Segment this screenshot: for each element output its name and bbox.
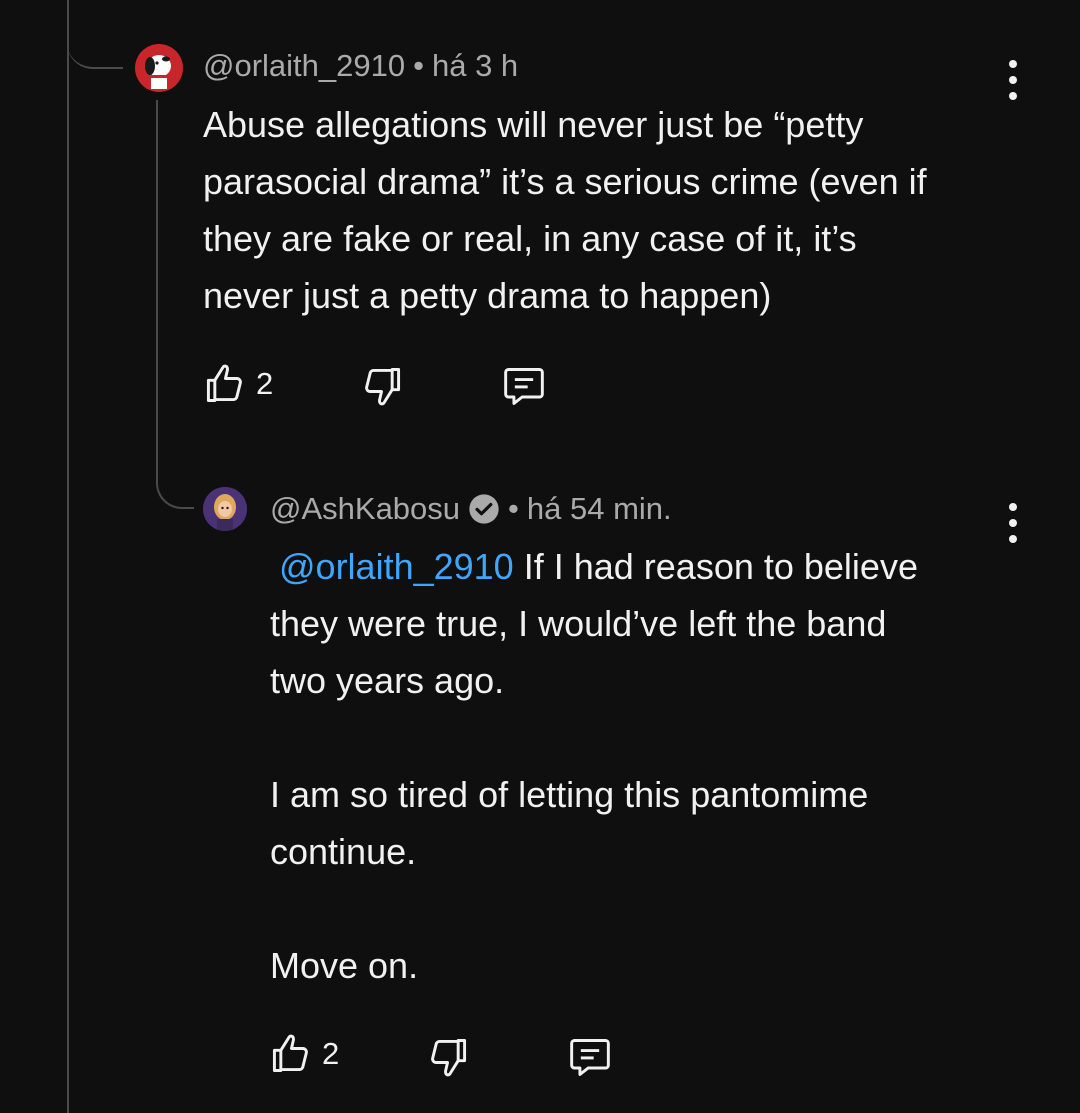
dislike-button[interactable]	[361, 364, 405, 408]
like-button[interactable]: 2	[268, 1032, 339, 1076]
thumbs-up-icon	[272, 1034, 308, 1072]
reply-comment-icon	[570, 1039, 610, 1076]
more-options-icon[interactable]	[1006, 503, 1020, 543]
like-count: 2	[256, 366, 274, 401]
comment-ashkabosu: @AshKabosu • há 54 min. @orlaith_2910 If…	[0, 460, 1080, 1113]
meta-separator: •	[413, 48, 424, 83]
reply-button[interactable]	[566, 1035, 614, 1079]
verified-check-icon	[469, 494, 499, 524]
comment-text: Abuse allegations will never just be “pe…	[203, 104, 927, 316]
comment-text: @orlaith_2910 If I had reason to believe…	[270, 538, 1030, 994]
timestamp[interactable]: há 54 min.	[527, 491, 672, 527]
like-count: 2	[322, 1036, 340, 1071]
author-name[interactable]: @orlaith_2910	[203, 48, 405, 84]
meta-separator: •	[508, 491, 519, 526]
dislike-button[interactable]	[427, 1035, 471, 1079]
reply-comment-icon	[504, 368, 544, 405]
snoopy-avatar[interactable]	[135, 44, 183, 92]
cartoon-girl-avatar[interactable]	[203, 487, 247, 531]
mention-link[interactable]: @orlaith_2910	[279, 546, 514, 587]
timestamp[interactable]: há 3 h	[432, 48, 518, 84]
comment-meta: @AshKabosu • há 54 min.	[270, 491, 672, 527]
reply-button[interactable]	[500, 364, 548, 408]
comment-text-body: If I had reason to believe they were tru…	[270, 546, 918, 986]
thumbs-up-icon	[206, 364, 242, 402]
more-options-icon[interactable]	[1006, 60, 1020, 100]
author-name[interactable]: @AshKabosu	[270, 491, 460, 527]
thumbs-down-icon	[431, 1039, 467, 1077]
comment-meta: @orlaith_2910 • há 3 h	[203, 48, 518, 84]
like-button[interactable]: 2	[202, 362, 273, 406]
thumbs-down-icon	[365, 368, 401, 406]
comment-orlaith: @orlaith_2910 • há 3 h Abuse allegations…	[0, 0, 1080, 430]
